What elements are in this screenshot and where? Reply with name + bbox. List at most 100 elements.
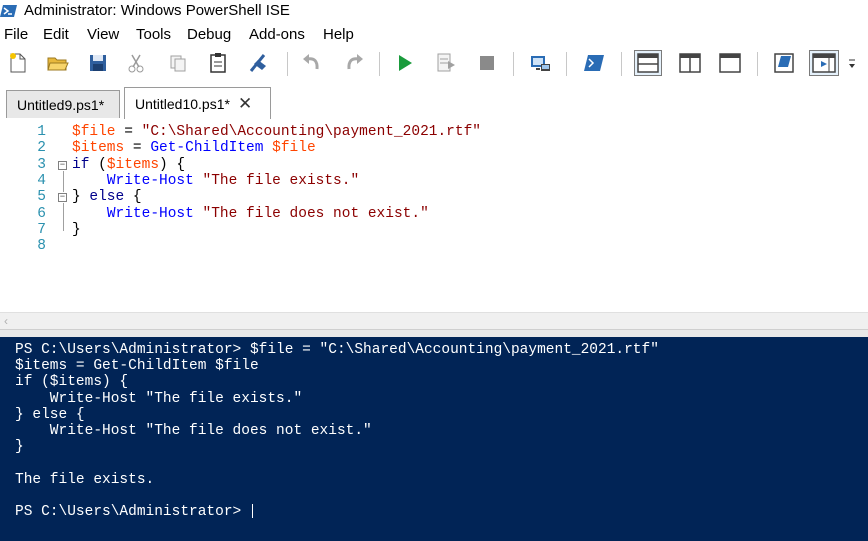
paste-icon[interactable] bbox=[204, 50, 232, 76]
toolbar-overflow-icon[interactable] bbox=[845, 50, 859, 76]
code-text: Write-Host "The file does not exist." bbox=[72, 206, 429, 222]
toolbar-separator bbox=[287, 52, 288, 76]
cut-icon[interactable] bbox=[122, 50, 150, 76]
code-token: else bbox=[89, 189, 125, 206]
console-line: The file exists. bbox=[15, 472, 154, 488]
menu-file[interactable]: File bbox=[4, 26, 28, 43]
scroll-left-icon[interactable]: ‹ bbox=[4, 314, 8, 328]
show-command-icon[interactable] bbox=[770, 50, 798, 76]
menu-addons[interactable]: Add-ons bbox=[249, 26, 305, 43]
code-token: "The file exists." bbox=[202, 172, 360, 189]
code-token: ( bbox=[89, 156, 107, 173]
code-text: $file = "C:\Shared\Accounting\payment_20… bbox=[72, 124, 481, 140]
tab-untitled9[interactable]: Untitled9.ps1* bbox=[6, 90, 120, 118]
code-text: Write-Host "The file exists." bbox=[72, 173, 359, 189]
console-line: $items = Get-ChildItem $file bbox=[15, 358, 259, 374]
console-text: Write-Host "The file does not exist." bbox=[15, 423, 372, 439]
tab-label: Untitled10.ps1* bbox=[135, 95, 230, 112]
tab-untitled10[interactable]: Untitled10.ps1* ✕ bbox=[124, 87, 271, 119]
console-line: Write-Host "The file does not exist." bbox=[15, 423, 372, 439]
console-text: } bbox=[15, 439, 24, 456]
new-file-icon[interactable] bbox=[4, 50, 32, 76]
console-text: $items = Get-ChildItem $file bbox=[15, 358, 259, 375]
open-file-icon[interactable] bbox=[44, 50, 72, 76]
code-token: } bbox=[72, 221, 81, 238]
undo-icon[interactable] bbox=[298, 50, 326, 76]
console-text: The file exists. bbox=[15, 471, 155, 488]
line-number: 8 bbox=[37, 238, 46, 255]
script-pane-top-icon[interactable] bbox=[634, 50, 662, 76]
menu-debug[interactable]: Debug bbox=[187, 26, 231, 43]
code-line[interactable]: 1 $file = "C:\Shared\Accounting\payment_2… bbox=[0, 124, 868, 140]
code-line[interactable]: 5} else { bbox=[0, 189, 868, 205]
console-line: PS C:\Users\Administrator> bbox=[15, 504, 253, 520]
console-pane[interactable]: PS C:\Users\Administrator> $file = "C:\S… bbox=[0, 337, 868, 541]
toolbar-separator bbox=[757, 52, 758, 76]
code-line[interactable]: 6 Write-Host "The file does not exist." bbox=[0, 206, 868, 222]
code-text: $items = Get-ChildItem $file bbox=[72, 140, 316, 156]
code-line[interactable]: 4 Write-Host "The file exists." bbox=[0, 173, 868, 189]
tab-strip: Untitled9.ps1* Untitled10.ps1* ✕ bbox=[0, 82, 868, 119]
code-line[interactable]: 3 if ($items) { bbox=[0, 157, 868, 173]
script-pane-maximized-icon[interactable] bbox=[716, 50, 744, 76]
code-token: $items bbox=[72, 140, 125, 157]
code-token: Write-Host bbox=[106, 172, 194, 189]
line-number: 2 bbox=[37, 140, 46, 157]
menu-tools[interactable]: Tools bbox=[136, 26, 171, 43]
code-text: if ($items) { bbox=[72, 157, 185, 173]
code-token: = bbox=[115, 124, 142, 140]
console-line: if ($items) { bbox=[15, 374, 128, 390]
stop-icon[interactable] bbox=[473, 50, 501, 76]
script-pane-right-icon[interactable] bbox=[676, 50, 704, 76]
line-number: 3 bbox=[37, 156, 46, 173]
code-text: } bbox=[72, 222, 81, 238]
clear-console-icon[interactable] bbox=[244, 50, 272, 76]
close-icon[interactable]: ✕ bbox=[238, 94, 252, 114]
console-line: PS C:\Users\Administrator> $file = "C:\S… bbox=[15, 342, 659, 358]
powershell-icon bbox=[0, 2, 18, 20]
code-token: = bbox=[124, 140, 151, 157]
menu-help[interactable]: Help bbox=[323, 26, 354, 43]
code-token: { bbox=[124, 189, 142, 206]
remote-powershell-icon[interactable] bbox=[526, 50, 554, 76]
console-text: } else { bbox=[15, 406, 85, 423]
menu-bar: File Edit View Tools Debug Add-ons Help bbox=[0, 24, 868, 46]
code-token: "The file does not exist." bbox=[202, 205, 429, 222]
console-text: PS C:\Users\Administrator> $file = "C:\S… bbox=[15, 342, 659, 358]
copy-icon[interactable] bbox=[164, 50, 192, 76]
console-line: } bbox=[15, 439, 24, 455]
code-token: if bbox=[72, 156, 90, 173]
console-line: Write-Host "The file exists." bbox=[15, 391, 302, 407]
run-selection-icon[interactable] bbox=[432, 50, 460, 76]
toolbar-separator bbox=[513, 52, 514, 76]
code-token: $items bbox=[106, 156, 160, 173]
menu-view[interactable]: View bbox=[87, 26, 119, 43]
run-script-icon[interactable] bbox=[391, 50, 419, 76]
start-powershell-exe-icon[interactable] bbox=[580, 50, 608, 76]
line-number: 6 bbox=[37, 205, 46, 222]
console-text: PS C:\Users\Administrator> bbox=[15, 504, 250, 520]
code-token: $file bbox=[72, 124, 116, 140]
console-text: Write-Host "The file exists." bbox=[15, 390, 303, 407]
text-cursor bbox=[251, 504, 253, 519]
code-line[interactable]: 2 $items = Get-ChildItem $file bbox=[0, 140, 868, 156]
code-token: ) { bbox=[159, 156, 186, 173]
script-editor[interactable]: − − 1 $file = "C:\Shared\Accounting\payme… bbox=[0, 119, 868, 312]
redo-icon[interactable] bbox=[340, 50, 368, 76]
horizontal-scrollbar[interactable]: ‹ bbox=[0, 312, 868, 330]
toolbar-separator bbox=[621, 52, 622, 76]
code-token: "C:\Shared\Accounting\payment_2021.rtf" bbox=[141, 124, 481, 140]
code-line[interactable]: 8 bbox=[0, 238, 868, 254]
toolbar bbox=[0, 46, 868, 82]
code-line[interactable]: 7} bbox=[0, 222, 868, 238]
code-token: Get-ChildItem bbox=[150, 140, 264, 157]
code-token: Write-Host bbox=[106, 205, 194, 222]
console-line: } else { bbox=[15, 407, 85, 423]
line-number: 7 bbox=[37, 221, 46, 238]
code-token: } bbox=[72, 189, 90, 206]
menu-edit[interactable]: Edit bbox=[43, 26, 69, 43]
save-icon[interactable] bbox=[84, 50, 112, 76]
show-command-addon-icon[interactable] bbox=[809, 50, 839, 76]
